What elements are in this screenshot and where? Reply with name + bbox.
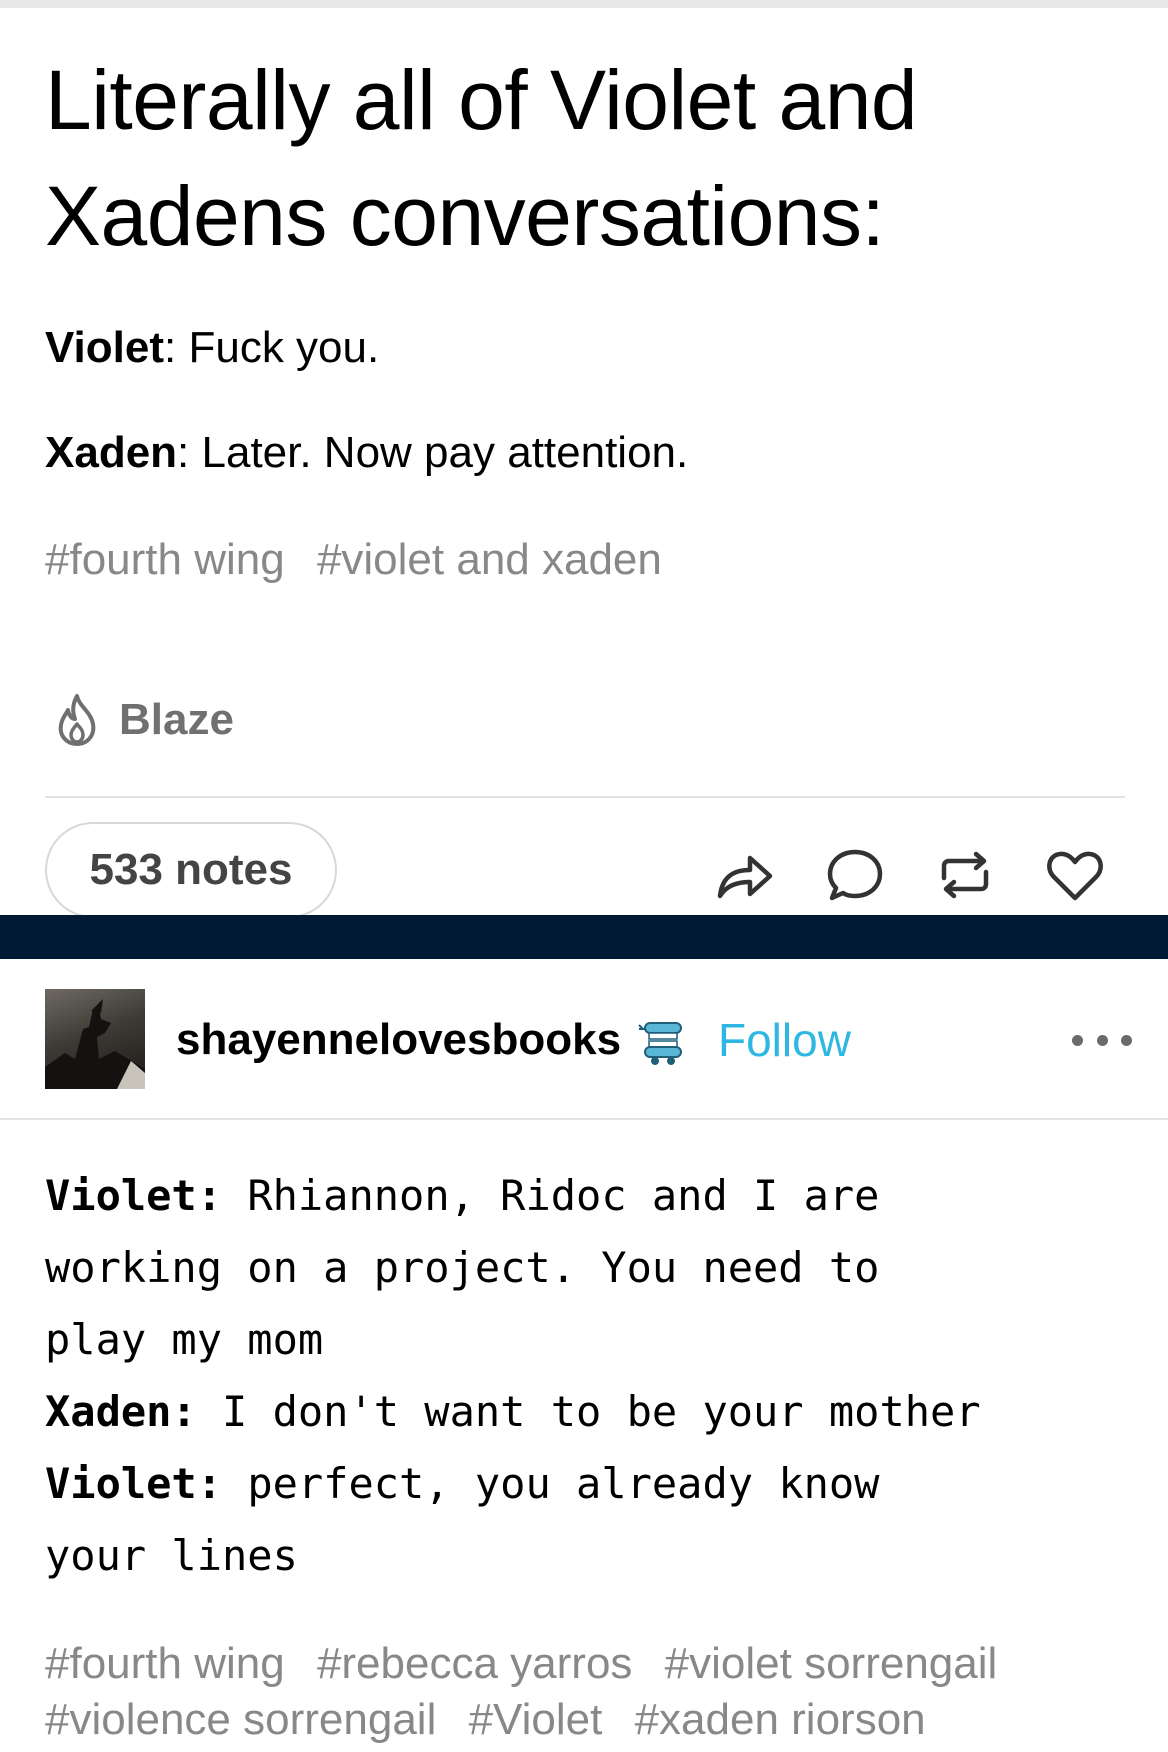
- reblog-button[interactable]: [930, 842, 1000, 908]
- flame-icon: [58, 694, 96, 746]
- speaker-name: Xaden:: [45, 1387, 197, 1436]
- speaker-name: Violet:: [45, 1171, 223, 1220]
- heart-icon: [1047, 851, 1103, 901]
- dialogue-text: perfect, you already know: [247, 1459, 880, 1508]
- dialogue-text: Fuck you.: [188, 323, 380, 372]
- dot-icon: [1072, 1034, 1083, 1046]
- tag-link[interactable]: #rebecca yarros: [317, 1639, 632, 1688]
- post-1: Literally all of Violet and Xadens conve…: [45, 42, 1125, 918]
- tag-link[interactable]: #fourth wing: [45, 535, 285, 584]
- dialogue-text: working on a project. You need to: [45, 1243, 880, 1292]
- notes-button[interactable]: 533 notes: [45, 822, 337, 918]
- post-tags: #fourth wing #violet and xaden: [45, 532, 682, 588]
- section-divider-bar: [0, 915, 1168, 959]
- dialogue-line-xaden: Xaden: Later. Now pay attention.: [45, 425, 688, 481]
- reblog-icon: [941, 851, 989, 899]
- dot-icon: [1121, 1034, 1132, 1046]
- tag-link[interactable]: #fourth wing: [45, 1639, 285, 1688]
- separator: :: [177, 428, 202, 477]
- divider: [45, 796, 1125, 798]
- post-tags: #fourth wing #rebecca yarros #violet sor…: [45, 1636, 1155, 1748]
- dialogue-block: Violet: Rhiannon, Ridoc and I are workin…: [45, 1160, 1145, 1592]
- tag-row: #fourth wing #rebecca yarros #violet sor…: [45, 1636, 1155, 1692]
- divider: [0, 1118, 1168, 1120]
- dialogue-line: Xaden: I don't want to be your mother: [45, 1376, 1145, 1448]
- dialogue-line: your lines: [45, 1520, 1145, 1592]
- speaker-name: Violet: [45, 323, 165, 372]
- blog-username[interactable]: shayennelovesbooks: [176, 1010, 621, 1070]
- dialogue-text: your lines: [45, 1531, 298, 1580]
- chattering-teeth-badge-icon: [637, 1015, 689, 1067]
- share-icon: [717, 855, 773, 899]
- speaker-name: Violet:: [45, 1459, 223, 1508]
- avatar-image: [45, 999, 145, 1089]
- blaze-button[interactable]: Blaze: [53, 692, 234, 748]
- dialogue-text: Later. Now pay attention.: [201, 428, 689, 477]
- dialogue-text: I don't want to be your mother: [222, 1387, 981, 1436]
- dialogue-line: working on a project. You need to: [45, 1232, 1145, 1304]
- reply-icon: [827, 849, 883, 901]
- dialogue-text: play my mom: [45, 1315, 324, 1364]
- dialogue-text: Rhiannon, Ridoc and I are: [247, 1171, 880, 1220]
- dialogue-line: play my mom: [45, 1304, 1145, 1376]
- reply-button[interactable]: [820, 842, 890, 908]
- follow-button[interactable]: Follow: [718, 1010, 851, 1070]
- dialogue-line-violet: Violet: Fuck you.: [45, 320, 379, 376]
- tag-link[interactable]: #Violet: [469, 1695, 603, 1744]
- blaze-label: Blaze: [119, 695, 234, 744]
- tag-link[interactable]: #violence sorrengail: [45, 1695, 436, 1744]
- tag-link[interactable]: #violet and xaden: [317, 535, 662, 584]
- avatar[interactable]: [45, 989, 145, 1089]
- dialogue-line: Violet: Rhiannon, Ridoc and I are: [45, 1160, 1145, 1232]
- post-title: Literally all of Violet and Xadens conve…: [45, 53, 918, 263]
- top-strip: [0, 0, 1168, 8]
- speaker-name: Xaden: [45, 428, 178, 477]
- dot-icon: [1096, 1034, 1108, 1046]
- tag-link[interactable]: #xaden riorson: [635, 1695, 926, 1744]
- share-button[interactable]: [710, 842, 780, 908]
- dialogue-line: Violet: perfect, you already know: [45, 1448, 1145, 1520]
- like-button[interactable]: [1040, 842, 1110, 908]
- post-actions: [710, 842, 1110, 908]
- tag-link[interactable]: #violet sorrengail: [665, 1639, 998, 1688]
- more-options-button[interactable]: [1072, 1020, 1132, 1060]
- tag-row: #violence sorrengail #Violet #xaden rior…: [45, 1692, 1155, 1748]
- separator: :: [164, 323, 189, 372]
